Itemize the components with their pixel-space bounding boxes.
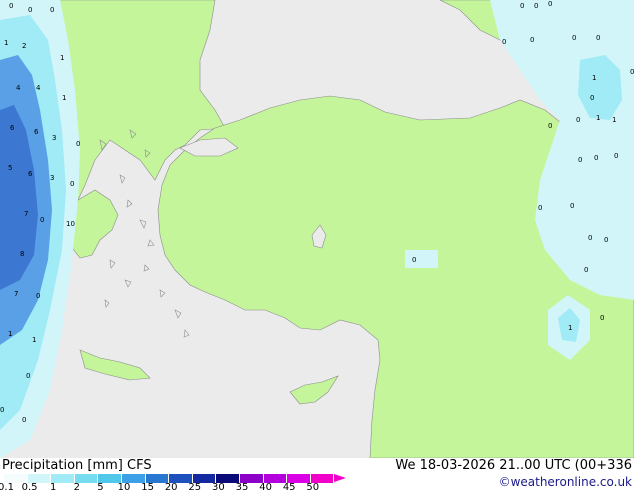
precip-value-label: 6 [10, 124, 15, 132]
precip-value-label: 0 [538, 204, 542, 212]
scale-tick-label: 40 [259, 482, 272, 493]
precip-value-label: 0 [9, 2, 13, 10]
scale-tick-label: 45 [282, 482, 296, 493]
precip-value-label: 0 [588, 234, 592, 242]
precip-value-label: 1 [4, 39, 8, 47]
precip-value-label: 3 [52, 134, 56, 142]
precip-value-label: 0 [40, 216, 44, 224]
precip-value-label: 0 [600, 314, 604, 322]
precip-value-label: 0 [576, 116, 580, 124]
precip-value-label: 1 [612, 116, 616, 124]
scale-tick-label: 15 [141, 482, 154, 493]
precip-value-label: 0 [584, 266, 588, 274]
precip-value-label: 0 [630, 68, 634, 76]
precip-value-label: 0 [412, 256, 416, 264]
scale-tick-label: 20 [164, 482, 178, 493]
scale-tick-label: 50 [306, 482, 320, 493]
valid-time: We 18-03-2026 21..00 UTC (00+336 [395, 458, 632, 473]
precip-value-label: 8 [20, 250, 24, 258]
scale-tick-label: 5 [97, 482, 104, 493]
precip-value-label: 0 [614, 152, 618, 160]
precip-value-label: 1 [592, 74, 596, 82]
precip-value-label: 0 [530, 36, 534, 44]
legend-footer: Precipitation [mm] CFS We 18-03-2026 21.… [0, 458, 634, 493]
precip-value-label: 4 [16, 84, 21, 92]
precip-value-label: 0 [570, 202, 574, 210]
precip-value-label: 0 [578, 156, 582, 164]
precip-value-label: 0 [22, 416, 26, 424]
precip-value-label: 6 [34, 128, 39, 136]
precip-value-label: 4 [36, 84, 41, 92]
credit-link[interactable]: ©weatheronline.co.uk [499, 475, 632, 489]
precip-value-label: 0 [76, 140, 80, 148]
scale-tick-label: 10 [117, 482, 131, 493]
precip-value-label: 6 [28, 170, 33, 178]
scale-tick-label: 25 [188, 482, 202, 493]
precip-value-label: 1 [62, 94, 66, 102]
scale-tick-label: 0.1 [0, 482, 14, 493]
precip-value-label: 1 [568, 324, 572, 332]
scale-ticks: 0.1 0.5 1 2 5 10 15 20 25 30 35 40 45 50 [0, 482, 340, 493]
precip-value-label: 0 [502, 38, 506, 46]
scale-tick-label: 2 [73, 482, 80, 493]
precip-value-label: 5 [8, 164, 12, 172]
precip-value-label: 1 [60, 54, 64, 62]
scale-tick-label: 35 [235, 482, 249, 493]
precip-value-label: 0 [26, 372, 30, 380]
map-canvas: 0 0 0 0 0 0 1 1 1 1 1 1 1 1 1 2 3 3 4 4 5 6 6 6 7 7 8 10 0 0 0 0 0 0 0 0 0 0 0… [0, 0, 634, 458]
precip-value-label: 0 [28, 6, 32, 14]
precip-central-spot [405, 250, 438, 268]
precip-value-label: 7 [14, 290, 18, 298]
precip-value-label: 7 [24, 210, 28, 218]
precip-value-label: 2 [22, 42, 26, 50]
precip-value-label: 0 [36, 292, 40, 300]
scale-tick-label: 30 [212, 482, 225, 493]
precip-value-label: 0 [590, 94, 594, 102]
precip-value-label: 0 [534, 2, 538, 10]
precip-value-label: 1 [32, 336, 36, 344]
map-title: Precipitation [mm] CFS [2, 458, 152, 473]
precipitation-map: 0 0 0 0 0 0 1 1 1 1 1 1 1 1 1 2 3 3 4 4 5 6 6 6 7 7 8 10 0 0 0 0 0 0 0 0 0 0 0… [0, 0, 634, 458]
precip-value-label: 0 [596, 34, 600, 42]
precip-value-label: 10 [66, 220, 75, 228]
scale-arrow [334, 474, 347, 482]
precip-value-label: 0 [520, 2, 524, 10]
precip-value-label: 0 [0, 406, 4, 414]
precip-value-label: 0 [50, 6, 54, 14]
scale-tick-label: 1 [50, 482, 57, 493]
precip-value-label: 0 [548, 0, 552, 8]
precip-value-label: 0 [572, 34, 576, 42]
precip-value-label: 0 [70, 180, 74, 188]
precip-value-label: 0 [604, 236, 608, 244]
scale-tick-label: 0.5 [21, 482, 38, 493]
precip-value-label: 0 [548, 122, 552, 130]
precip-value-label: 1 [596, 114, 600, 122]
precip-value-label: 3 [50, 174, 54, 182]
precip-value-label: 1 [8, 330, 12, 338]
precip-value-label: 0 [594, 154, 598, 162]
